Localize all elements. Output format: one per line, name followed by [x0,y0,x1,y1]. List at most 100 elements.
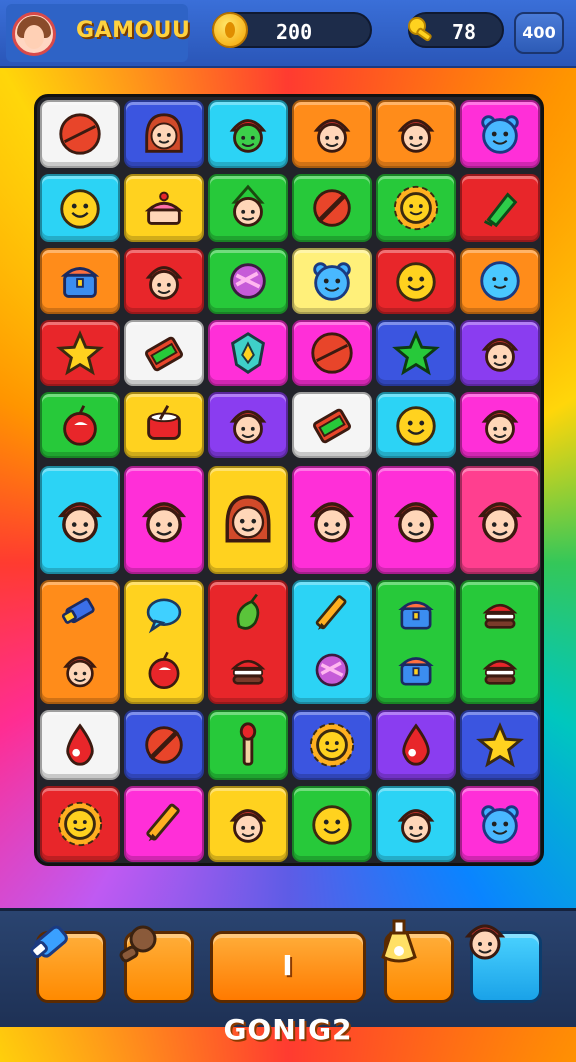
tile-blue-ball[interactable] [460,248,540,314]
tile-bubble-apple[interactable] [124,580,204,704]
burger-icon [482,603,518,629]
tile-face[interactable] [376,466,456,574]
tile-no-sign[interactable] [292,174,372,242]
tile-face[interactable] [40,466,120,574]
tile-blue-sun[interactable] [376,174,456,242]
tile-green-face[interactable] [208,100,288,168]
tile-chest[interactable] [40,248,120,314]
tile-elf[interactable] [208,174,288,242]
candy-icon [230,263,266,299]
coin-counter[interactable]: 200 [212,12,372,48]
face-icon [477,502,523,543]
green-star-icon [392,330,440,376]
hammer-icon [119,925,157,963]
tile-star[interactable] [460,710,540,780]
key-icon [408,17,432,42]
player-avatar[interactable] [12,12,56,56]
player-profile[interactable]: GAMOUU [6,4,190,62]
tile-blue-face[interactable] [460,786,540,862]
key-count: 78 [452,20,477,44]
smiley-icon [312,805,352,845]
chest-icon [60,267,100,298]
star-icon [476,722,524,768]
character-button[interactable] [464,924,542,1003]
hammer-button[interactable] [119,925,194,1003]
sun-icon [393,185,439,231]
blue-face-icon [481,115,519,154]
tile-drop[interactable] [40,710,120,780]
pepper-icon [236,593,260,630]
tile-smiley[interactable] [376,392,456,458]
ball-icon [311,332,353,374]
tile-face[interactable] [124,248,204,314]
tile-burgers[interactable] [460,580,540,704]
tile-star[interactable] [40,320,120,386]
tile-face[interactable] [292,466,372,574]
tile-smiley[interactable] [40,174,120,242]
tile-drop[interactable] [376,710,456,780]
tile-ball[interactable] [292,320,372,386]
tile-apple[interactable] [40,392,120,458]
potion-button[interactable] [381,919,454,1003]
tile-chests[interactable] [376,580,456,704]
eraser-button[interactable] [30,925,106,1003]
chest-icon [398,601,434,630]
tile-book[interactable] [124,320,204,386]
tile-brush[interactable] [208,710,288,780]
level-button[interactable]: 400 [514,12,564,54]
tile-blue-face[interactable] [292,248,372,314]
tile-eraser-face[interactable] [40,580,120,704]
tile-face[interactable] [208,786,288,862]
tile-face[interactable] [460,320,540,386]
top-bar: GAMOUU 200 78 400 [0,0,576,68]
eraser-icon [61,597,95,624]
tile-shield[interactable] [208,320,288,386]
tile-gem[interactable] [460,174,540,242]
tile-face[interactable] [208,392,288,458]
tile-girl[interactable] [124,100,204,168]
candy-icon [315,653,349,687]
tile-smiley[interactable] [292,786,372,862]
tile-sun[interactable] [292,710,372,780]
sun-icon [309,722,355,768]
tile-pencil-egg[interactable] [292,580,372,704]
smiley-icon [396,262,436,302]
pencil-icon [315,595,347,630]
no-sign-icon [145,726,183,764]
tile-face[interactable] [124,466,204,574]
face-icon [229,410,267,444]
cake-icon [144,191,184,225]
tile-smiley[interactable] [376,248,456,314]
tile-star[interactable] [376,320,456,386]
key-counter[interactable]: 78 [408,12,504,48]
tile-drum[interactable] [124,392,204,458]
face-icon [229,809,267,843]
tile-face[interactable] [460,466,540,574]
tile-blue-face[interactable] [460,100,540,168]
face-icon [397,809,435,843]
tile-face[interactable] [292,100,372,168]
face-icon [63,656,97,688]
green-face-icon [229,119,267,153]
tile-sun[interactable] [40,786,120,862]
tile-cake[interactable] [124,174,204,242]
drop-icon [66,723,94,766]
tile-candy[interactable] [208,248,288,314]
tile-pepper-burger[interactable] [208,580,288,704]
bottom-bar: I GONIG2 [0,908,576,1046]
tile-ball[interactable] [40,100,120,168]
tile-book[interactable] [292,392,372,458]
tile-face[interactable] [460,392,540,458]
face-icon [309,502,355,543]
burger-icon [482,659,518,685]
brush-icon [239,722,257,766]
ball-icon [59,113,101,155]
tile-face[interactable] [376,100,456,168]
play-button[interactable]: I GONIG2 [210,931,366,1046]
tile-no-sign[interactable] [124,710,204,780]
tile-girl[interactable] [208,466,288,574]
apple-icon [63,405,97,446]
tile-pencil[interactable] [124,786,204,862]
tile-face[interactable] [376,786,456,862]
face-icon [141,502,187,543]
